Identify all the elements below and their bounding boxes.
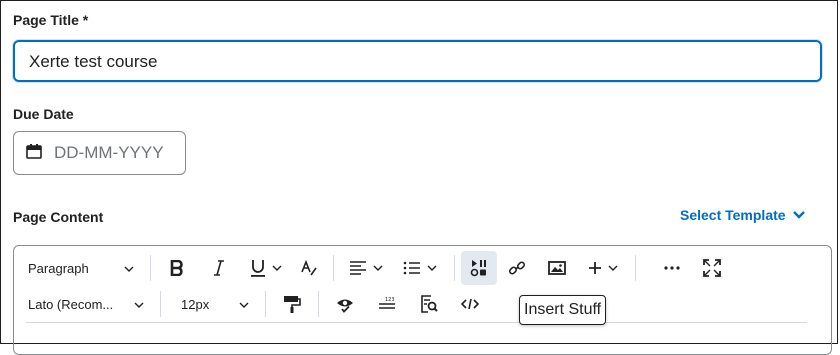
bold-button[interactable]	[157, 251, 197, 285]
svg-text:123: 123	[385, 297, 395, 303]
font-family-value: Lato (Recom...	[28, 296, 114, 312]
select-template-label: Select Template	[680, 207, 786, 223]
list-icon	[403, 261, 421, 275]
word-count-button[interactable]: 123	[365, 287, 409, 321]
chevron-down-icon	[134, 297, 144, 312]
page-title-input[interactable]: Xerte test course	[13, 40, 822, 82]
fullscreen-icon	[703, 259, 721, 277]
format-painter-button[interactable]	[272, 287, 312, 321]
page-editor-panel: Page Title * Xerte test course Due Date …	[0, 0, 838, 355]
chevron-down-icon	[608, 264, 618, 272]
format-painter-icon	[283, 295, 301, 313]
chevron-down-icon	[427, 264, 437, 272]
toolbar-divider	[160, 291, 161, 317]
insert-stuff-button[interactable]	[461, 251, 497, 285]
chevron-down-icon	[373, 264, 383, 272]
find-replace-icon	[420, 295, 438, 313]
due-date-field[interactable]: DD-MM-YYYY	[13, 131, 186, 175]
insert-stuff-icon	[470, 259, 488, 277]
chevron-down-icon	[792, 207, 806, 223]
align-dropdown-button[interactable]	[340, 251, 392, 285]
more-icon	[664, 266, 680, 270]
fullscreen-button[interactable]	[692, 251, 732, 285]
block-format-value: Paragraph	[28, 260, 89, 276]
toolbar-divider	[333, 255, 334, 281]
word-count-icon: 123	[378, 296, 396, 312]
source-code-icon	[461, 298, 479, 310]
toolbar-divider	[318, 291, 319, 317]
block-format-select[interactable]: Paragraph	[14, 253, 144, 283]
underline-dropdown-button[interactable]	[241, 251, 291, 285]
font-size-value: 12px	[181, 296, 210, 312]
calendar-icon[interactable]	[26, 143, 42, 164]
bold-icon	[170, 260, 184, 276]
font-size-select[interactable]: 12px	[167, 289, 259, 319]
toolbar-divider	[635, 255, 636, 281]
toolbar-divider	[150, 255, 151, 281]
toolbar-row-1: Paragraph	[14, 250, 732, 286]
toolbar-divider	[454, 255, 455, 281]
toolbar-row-2: Lato (Recom... 12px 123	[14, 286, 491, 322]
insert-stuff-tooltip: Insert Stuff	[519, 295, 607, 325]
image-button[interactable]	[537, 251, 577, 285]
plus-icon	[588, 261, 602, 275]
rich-text-editor: Paragraph Lato (Recom... 12px 123	[13, 245, 832, 355]
editor-content-area[interactable]	[26, 322, 807, 323]
insert-more-dropdown-button[interactable]	[577, 251, 629, 285]
more-button[interactable]	[652, 251, 692, 285]
list-dropdown-button[interactable]	[392, 251, 448, 285]
due-date-placeholder: DD-MM-YYYY	[54, 143, 164, 162]
strikethrough-button[interactable]	[291, 251, 327, 285]
accessibility-checker-button[interactable]	[325, 287, 365, 321]
page-title-label: Page Title *	[13, 12, 89, 28]
image-icon	[548, 260, 566, 276]
underline-icon	[250, 259, 266, 277]
link-button[interactable]	[497, 251, 537, 285]
strikethrough-icon	[300, 259, 318, 277]
link-icon	[508, 259, 526, 277]
italic-button[interactable]	[197, 251, 241, 285]
accessibility-checker-icon	[336, 295, 354, 313]
italic-icon	[213, 260, 225, 276]
select-template-button[interactable]: Select Template	[680, 207, 806, 223]
chevron-down-icon	[124, 261, 134, 276]
find-replace-button[interactable]	[409, 287, 449, 321]
chevron-down-icon	[272, 264, 282, 272]
page-content-label: Page Content	[13, 209, 104, 225]
toolbar-divider	[265, 291, 266, 317]
align-icon	[349, 261, 367, 275]
due-date-label: Due Date	[13, 106, 74, 122]
source-code-button[interactable]	[449, 287, 491, 321]
chevron-down-icon	[239, 297, 249, 312]
font-family-select[interactable]: Lato (Recom...	[14, 289, 154, 319]
